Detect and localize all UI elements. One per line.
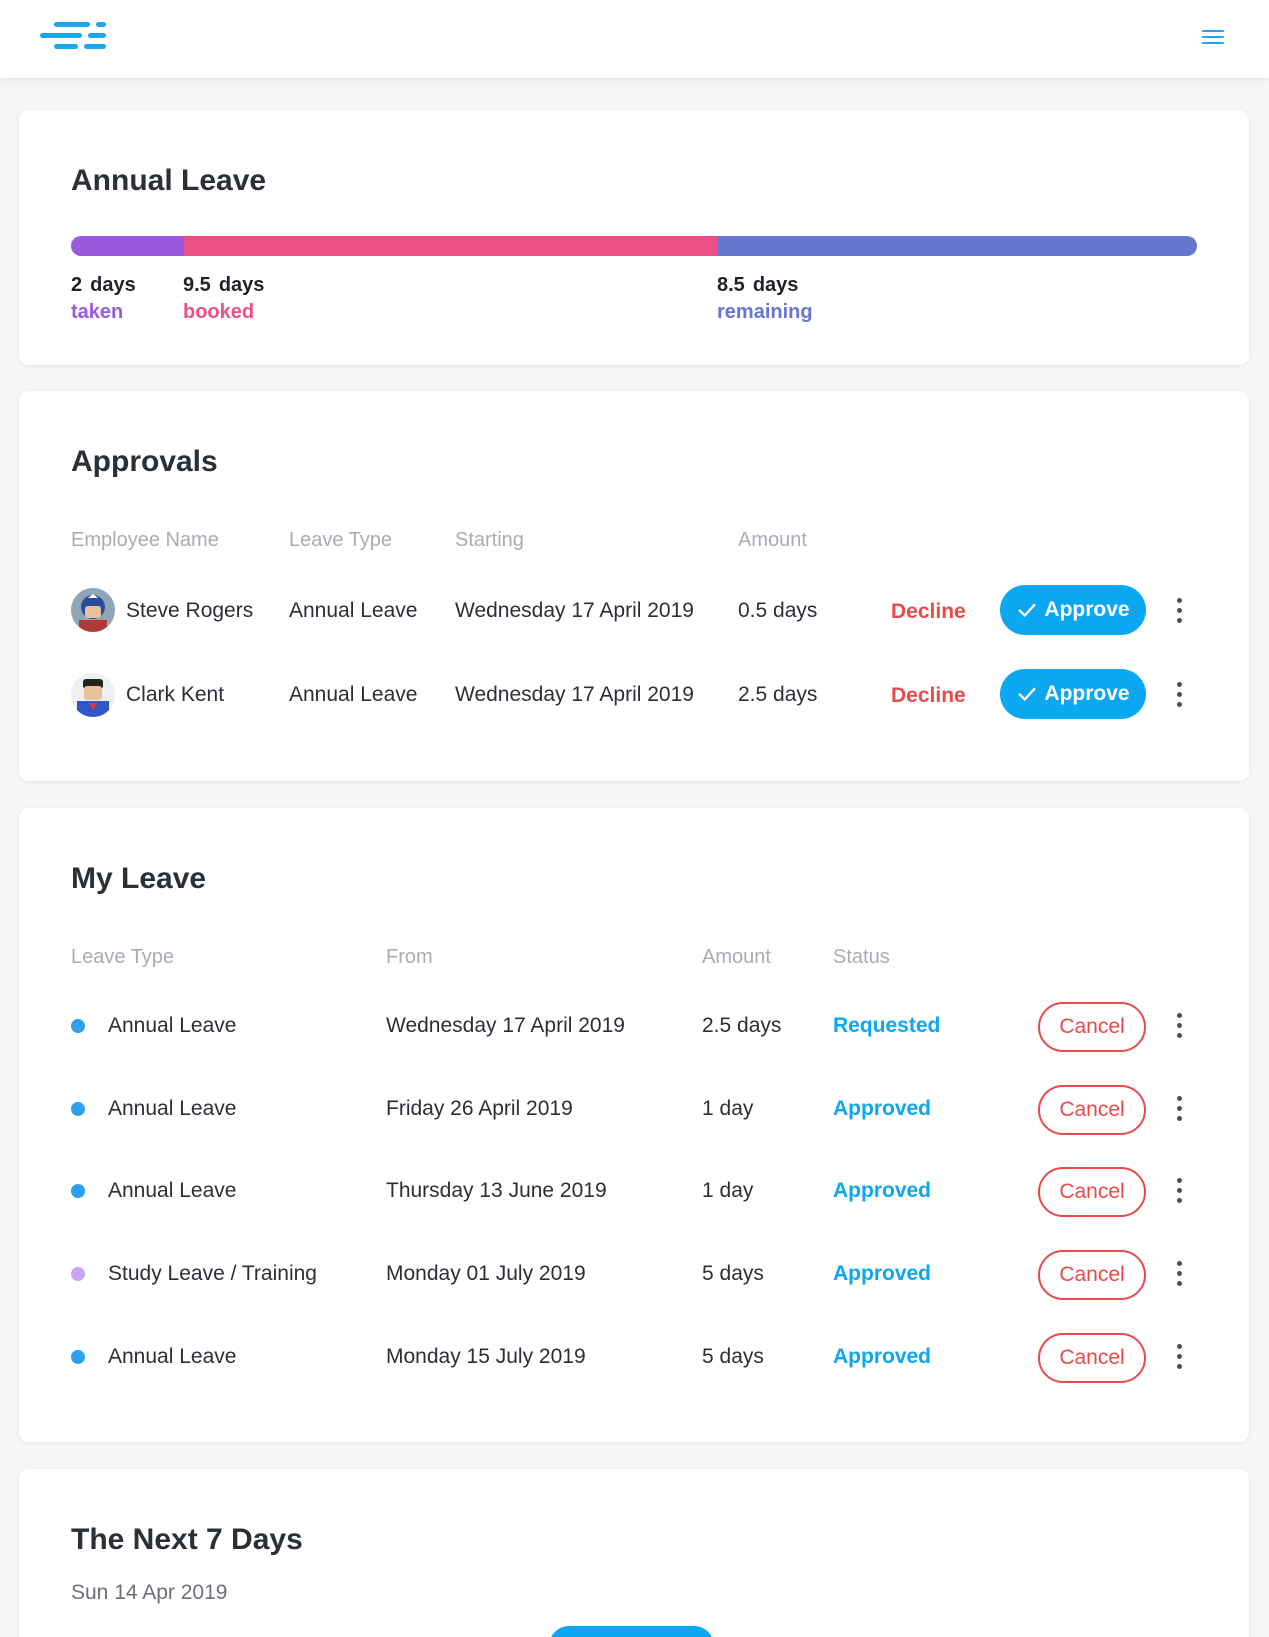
status-badge: Requested (833, 1014, 941, 1037)
more-options-icon[interactable] (1174, 1178, 1184, 1204)
leave-type: Study Leave / Training (108, 1262, 317, 1285)
more-options-icon[interactable] (1174, 1261, 1184, 1287)
next-seven-days-title: The Next 7 Days (71, 1523, 303, 1556)
from-date: Monday 15 July 2019 (386, 1345, 586, 1368)
cancel-button[interactable]: Cancel (1038, 1002, 1146, 1052)
approvals-title: Approvals (71, 445, 218, 478)
amount: 0.5 days (738, 599, 818, 622)
more-options-icon[interactable] (1174, 1344, 1184, 1370)
top-bar (0, 0, 1269, 78)
more-options-icon[interactable] (1174, 598, 1184, 624)
from-date: Wednesday 17 April 2019 (386, 1014, 625, 1037)
leave-balance-bar (71, 236, 1197, 256)
status-badge: Approved (833, 1097, 932, 1120)
avatar (71, 588, 115, 632)
status-badge: Approved (833, 1262, 932, 1285)
cancel-button[interactable]: Cancel (1038, 1167, 1146, 1217)
column-header-amount: Amount (738, 529, 807, 551)
leave-type: Annual Leave (108, 1014, 237, 1037)
logo-icon[interactable] (40, 22, 106, 52)
from-date: Monday 01 July 2019 (386, 1262, 586, 1285)
taken-value: 2 (71, 274, 83, 296)
annual-leave-card: Annual Leave 2 days taken 9.5 days booked … (19, 110, 1249, 365)
taken-segment (71, 236, 184, 256)
amount: 2.5 days (702, 1014, 782, 1037)
booked-value: 9.5 (183, 274, 211, 296)
annual-leave-title: Annual Leave (71, 164, 267, 197)
hamburger-menu-icon[interactable] (1202, 28, 1224, 46)
remaining-value: 8.5 (717, 274, 745, 296)
check-icon (1018, 687, 1036, 701)
leave-type-dot (71, 1019, 85, 1033)
my-leave-card: My Leave Leave Type From Amount Status A… (19, 808, 1249, 1442)
amount: 1 day (702, 1097, 754, 1120)
booked-segment (183, 236, 719, 256)
status-badge: Approved (833, 1179, 932, 1202)
more-options-icon[interactable] (1174, 1096, 1184, 1122)
approve-label: Approve (1044, 598, 1130, 621)
leave-type: Annual Leave (289, 599, 418, 622)
remaining-label: remaining (717, 301, 813, 323)
next-seven-days-card: The Next 7 Days Sun 14 Apr 2019 (19, 1469, 1249, 1637)
booked-label: booked (183, 301, 255, 323)
column-header-amount: Amount (702, 946, 771, 968)
leave-type-dot (71, 1267, 85, 1281)
booked-stat: 9.5 days booked (183, 274, 264, 324)
leave-type-dot (71, 1184, 85, 1198)
more-options-icon[interactable] (1174, 1013, 1184, 1039)
avatar (71, 673, 115, 717)
leave-type: Annual Leave (289, 683, 418, 706)
cancel-button[interactable]: Cancel (1038, 1333, 1146, 1383)
my-leave-title: My Leave (71, 862, 207, 895)
starting-date: Wednesday 17 April 2019 (455, 683, 694, 706)
column-header-status: Status (833, 946, 890, 968)
cancel-button[interactable]: Cancel (1038, 1250, 1146, 1300)
taken-unit: days (90, 274, 136, 296)
leave-type: Annual Leave (108, 1097, 237, 1120)
amount: 1 day (702, 1179, 754, 1202)
employee-name: Steve Rogers (126, 599, 254, 622)
column-header-employee-name: Employee Name (71, 529, 219, 551)
approve-button[interactable]: Approve (1000, 669, 1146, 719)
approvals-card: Approvals Employee Name Leave Type Start… (19, 391, 1249, 781)
more-options-icon[interactable] (1174, 682, 1184, 708)
day-heading: Sun 14 Apr 2019 (71, 1581, 228, 1604)
remaining-stat: 8.5 days remaining (717, 274, 813, 324)
leave-type-dot (71, 1102, 85, 1116)
from-date: Thursday 13 June 2019 (386, 1179, 607, 1202)
check-icon (1018, 603, 1036, 617)
taken-label: taken (71, 301, 124, 323)
approve-label: Approve (1044, 682, 1130, 705)
decline-button[interactable]: Decline (891, 600, 966, 624)
column-header-from: From (386, 946, 433, 968)
leave-type: Annual Leave (108, 1179, 237, 1202)
amount: 2.5 days (738, 683, 818, 706)
starting-date: Wednesday 17 April 2019 (455, 599, 694, 622)
amount: 5 days (702, 1262, 764, 1285)
taken-stat: 2 days taken (71, 274, 136, 324)
remaining-unit: days (752, 274, 799, 296)
cancel-button[interactable]: Cancel (1038, 1085, 1146, 1135)
event-pill[interactable] (549, 1626, 714, 1637)
remaining-segment (718, 236, 1197, 256)
decline-button[interactable]: Decline (891, 684, 966, 708)
amount: 5 days (702, 1345, 764, 1368)
column-header-starting: Starting (455, 529, 524, 551)
status-badge: Approved (833, 1345, 932, 1368)
leave-type-dot (71, 1350, 85, 1364)
approve-button[interactable]: Approve (1000, 585, 1146, 635)
from-date: Friday 26 April 2019 (386, 1097, 573, 1120)
booked-unit: days (218, 274, 265, 296)
column-header-leave-type: Leave Type (289, 529, 393, 551)
leave-type: Annual Leave (108, 1345, 237, 1368)
employee-name: Clark Kent (126, 683, 225, 706)
column-header-leave-type: Leave Type (71, 946, 175, 968)
